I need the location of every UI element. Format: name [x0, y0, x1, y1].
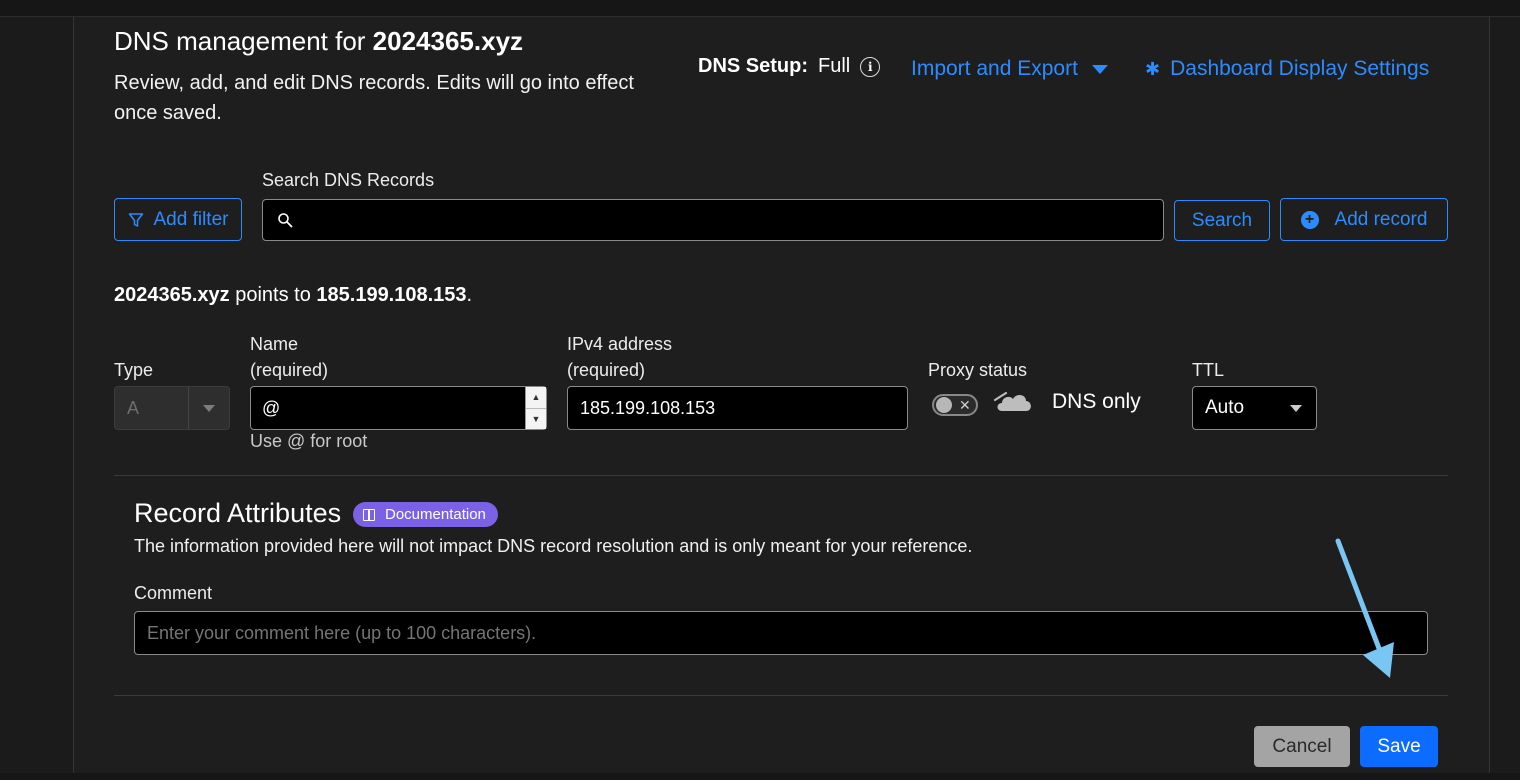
add-filter-label: Add filter: [153, 208, 229, 230]
select-caret-icon: [189, 387, 229, 429]
name-spinner[interactable]: ▲ ▼: [525, 387, 546, 429]
proxy-toggle[interactable]: ✕: [932, 394, 978, 416]
dns-setup: DNS Setup: Full i: [698, 55, 881, 78]
save-button[interactable]: Save: [1360, 726, 1438, 767]
ipv4-input[interactable]: 185.199.108.153: [567, 386, 908, 430]
dashboard-settings-label: Dashboard Display Settings: [1170, 57, 1430, 80]
ttl-label: TTL: [1192, 360, 1225, 380]
add-filter-button[interactable]: Add filter: [114, 198, 242, 241]
gear-icon: ✱: [1145, 58, 1161, 79]
cloud-icon: [993, 391, 1031, 411]
comment-input[interactable]: [134, 611, 1428, 655]
import-export-dropdown[interactable]: Import and Export: [911, 57, 1108, 81]
spinner-down-icon[interactable]: ▼: [526, 407, 546, 430]
type-label: Type: [114, 360, 154, 380]
record-attributes-title: Record Attributes: [134, 498, 342, 528]
points-to-domain: 2024365.xyz: [114, 284, 230, 306]
search-button-label: Search: [1191, 209, 1253, 231]
ipv4-label: IPv4 address (required): [567, 334, 673, 380]
points-to-line: 2024365.xyz points to 185.199.108.153.: [114, 284, 473, 306]
search-button[interactable]: Search: [1174, 200, 1270, 241]
bottom-edge: [0, 773, 1520, 780]
import-export-label: Import and Export: [911, 57, 1078, 80]
proxy-status-value: DNS only: [1052, 390, 1141, 413]
cancel-button[interactable]: Cancel: [1254, 726, 1350, 767]
documentation-label: Documentation: [385, 506, 486, 523]
divider: [114, 475, 1448, 476]
toggle-knob: [936, 397, 952, 413]
name-help-text: Use @ for root: [250, 431, 368, 451]
search-icon: [278, 213, 293, 228]
search-input[interactable]: [262, 199, 1164, 241]
info-icon[interactable]: i: [860, 56, 881, 77]
name-input-value: @: [262, 397, 281, 418]
record-attributes-description: The information provided here will not i…: [134, 536, 973, 556]
caret-down-icon: [1091, 64, 1108, 74]
ttl-value: Auto: [1205, 397, 1245, 418]
spinner-up-icon[interactable]: ▲: [526, 387, 546, 408]
dns-setup-label: DNS Setup:: [698, 55, 808, 77]
points-to-ip: 185.199.108.153: [316, 284, 467, 306]
proxy-status-label: Proxy status: [928, 360, 1028, 380]
annotation-arrow: [1335, 538, 1394, 678]
comment-label: Comment: [134, 583, 213, 603]
type-value: A: [115, 387, 189, 429]
toggle-x-icon: ✕: [959, 397, 971, 413]
add-record-button[interactable]: + Add record: [1280, 198, 1448, 241]
dns-setup-value: Full: [818, 55, 851, 77]
dashboard-display-settings-link[interactable]: ✱ Dashboard Display Settings: [1145, 57, 1429, 81]
ttl-select[interactable]: Auto: [1192, 386, 1317, 430]
documentation-badge[interactable]: Documentation: [353, 502, 498, 527]
book-icon: [363, 508, 375, 521]
filter-icon: [128, 212, 143, 227]
divider: [114, 695, 1448, 696]
top-bar: [0, 0, 1520, 17]
page-title: DNS management for 2024365.xyz: [114, 26, 524, 56]
search-label: Search DNS Records: [262, 170, 435, 190]
page-title-domain: 2024365.xyz: [372, 26, 524, 56]
add-record-label: Add record: [1334, 208, 1428, 230]
page-description: Review, add, and edit DNS records. Edits…: [114, 72, 634, 124]
name-input[interactable]: @ ▲ ▼: [250, 386, 547, 430]
select-caret-icon: [1290, 404, 1302, 412]
ipv4-input-value: 185.199.108.153: [580, 397, 716, 418]
name-label: Name (required): [250, 334, 329, 380]
type-select[interactable]: A: [114, 386, 230, 430]
plus-circle-icon: +: [1300, 210, 1319, 229]
